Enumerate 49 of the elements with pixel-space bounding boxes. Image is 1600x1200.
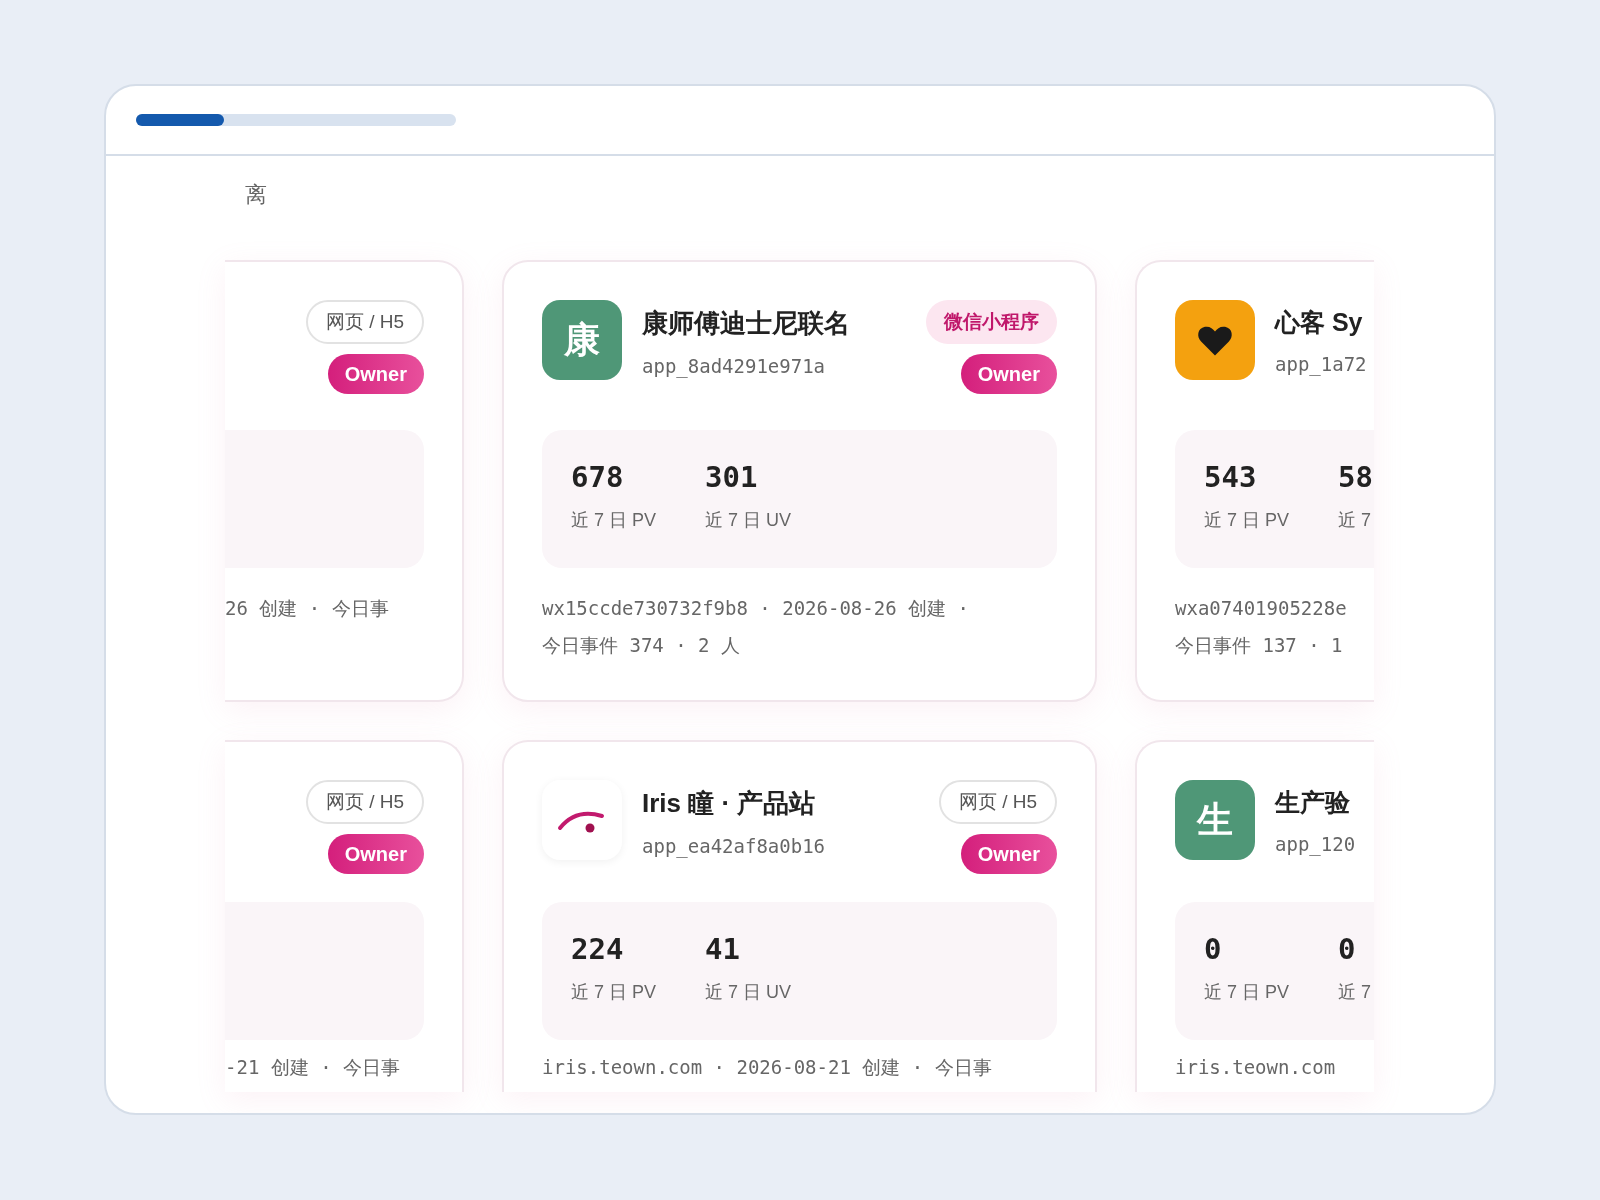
app-card[interactable]: 网页 / H5 Owner -21 创建 · 今日事	[225, 740, 464, 1092]
app-title: 心客 Sy	[1275, 307, 1364, 338]
app-id: app_1a72	[1275, 353, 1368, 375]
stat-label: 近 7 日 PV	[571, 981, 658, 1004]
role-badge: Owner	[327, 354, 424, 394]
app-card[interactable]: 生 生产验 app_120 0 近 7 日 PV 0 近 7 iris.teown.com	[1135, 740, 1374, 1092]
stat-label: 近 7 日 UV	[705, 981, 793, 1004]
role-badge: Owner	[960, 834, 1057, 874]
app-title: 生产验	[1275, 787, 1351, 818]
card-meta: 今日事件 374 · 2 人	[542, 633, 741, 658]
app-card[interactable]: 网页 / H5 Owner 26 创建 · 今日事	[225, 260, 464, 702]
app-title: 康师傅迪士尼联名	[642, 307, 851, 340]
card-meta: iris.teown.com · 2026-08-21 创建 · 今日事	[542, 1055, 993, 1080]
card-meta: -21 创建 · 今日事	[225, 1055, 402, 1080]
app-card[interactable]: Iris 瞳 · 产品站 app_ea42af8a0b16 网页 / H5 Owner 224 近 7 日 PV 41 近 7 日 UV iris.teown.com · 2026-08-21 创建 · 今日事	[502, 740, 1097, 1092]
stat-value: 0	[1338, 932, 1357, 966]
app-id: app_120	[1275, 833, 1357, 855]
app-id: app_ea42af8a0b16	[642, 835, 827, 857]
card-meta: 今日事件 137 · 1	[1175, 633, 1344, 658]
stat-label: 近 7	[1338, 981, 1372, 1004]
role-badge: Owner	[960, 354, 1057, 394]
card-meta: iris.teown.com	[1175, 1055, 1337, 1080]
card-meta: wxa07401905228e	[1175, 596, 1348, 621]
stat-label: 近 7 日 UV	[705, 509, 793, 532]
type-tag: 网页 / H5	[305, 780, 424, 824]
app-icon: 康	[542, 300, 622, 380]
app-card[interactable]: 康 康师傅迪士尼联名 app_8ad4291e971a 微信小程序 Owner 678 近 7 日 PV 301 近 7 日 UV wx15ccde730732f9b8 · 2026-08-26 创建 · 今日事件 374 · 2 人	[502, 260, 1097, 702]
type-tag: 网页 / H5	[938, 780, 1057, 824]
stat-label: 近 7 日 PV	[1204, 981, 1291, 1004]
stat-value: 543	[1204, 460, 1258, 494]
card-meta: 26 创建 · 今日事	[225, 596, 390, 621]
app-title: Iris 瞳 · 产品站	[642, 787, 817, 820]
stat-label: 近 7 日 PV	[571, 509, 658, 532]
app-id: app_8ad4291e971a	[642, 355, 827, 377]
type-tag: 网页 / H5	[305, 300, 424, 344]
stat-value: 301	[705, 460, 759, 494]
stat-value: 224	[571, 932, 625, 966]
stat-value: 41	[705, 932, 741, 966]
card-meta: wx15ccde730732f9b8 · 2026-08-26 创建 ·	[542, 596, 970, 621]
stat-value: 0	[1204, 932, 1223, 966]
stat-value: 58	[1338, 460, 1374, 494]
stat-value: 678	[571, 460, 625, 494]
stat-label: 近 7	[1338, 509, 1372, 532]
app-icon: 生	[1175, 780, 1255, 860]
section-label: 离	[244, 181, 268, 209]
type-tag: 微信小程序	[926, 300, 1057, 344]
app-card[interactable]: 心客 Sy app_1a72 543 近 7 日 PV 58 近 7 wxa07401905228e 今日事件 137 · 1	[1135, 260, 1374, 702]
stat-label: 近 7 日 PV	[1204, 509, 1291, 532]
role-badge: Owner	[327, 834, 424, 874]
